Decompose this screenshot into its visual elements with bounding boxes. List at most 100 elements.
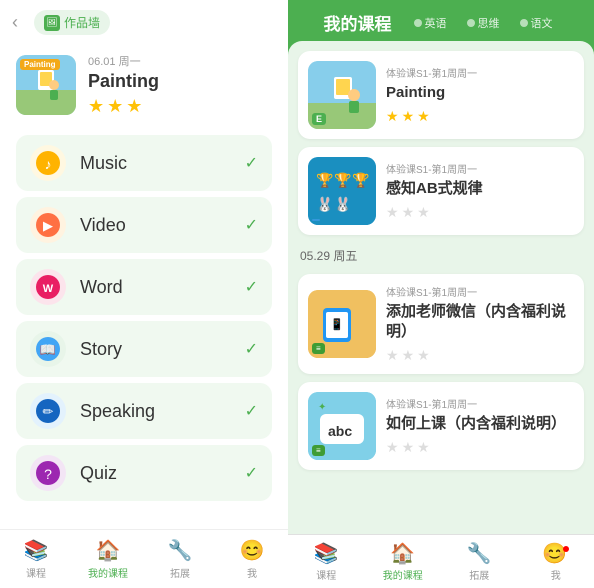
howto-stars: ★ ★ ★ xyxy=(386,439,574,456)
expand-nav-label: 拓展 xyxy=(170,565,190,580)
featured-title: Painting xyxy=(88,71,272,92)
featured-thumb: Painting xyxy=(16,55,76,115)
nav-my-course[interactable]: 🏠 我的课程 xyxy=(72,538,144,580)
wechat-info: 体验课S1-第1周周一 添加老师微信（内含福利说明） ★ ★ ★ xyxy=(386,284,574,364)
nav-expand[interactable]: 🔧 拓展 xyxy=(144,538,216,580)
left-panel: ‹ 🖼 作品墙 Painting 06.01 周一 Painting xyxy=(0,0,288,588)
ht-star-2: ★ xyxy=(402,439,415,456)
menu-item-story[interactable]: 📖 Story ✓ xyxy=(16,321,272,377)
svg-text:📱: 📱 xyxy=(330,318,344,331)
rnav-profile-label: 我 xyxy=(551,567,561,582)
svg-text:W: W xyxy=(43,283,54,295)
course-nav-icon: 📚 xyxy=(24,538,49,563)
thinking-tab-label: 思维 xyxy=(478,15,500,31)
music-check: ✓ xyxy=(245,153,258,173)
left-bottom-nav: 📚 课程 🏠 我的课程 🔧 拓展 😊 我 xyxy=(0,529,288,588)
thinking-tab-dot xyxy=(467,19,475,27)
howto-title: 如何上课（内含福利说明） xyxy=(386,414,574,434)
wc-star-3: ★ xyxy=(417,347,430,364)
date-separator: 05.29 周五 xyxy=(298,243,584,266)
music-icon: ♪ xyxy=(30,145,66,181)
rnav-course[interactable]: 📚 课程 xyxy=(288,541,365,582)
word-check: ✓ xyxy=(245,277,258,297)
pattern-subtitle: 体验课S1-第1周周一 xyxy=(386,161,574,176)
nav-profile[interactable]: 😊 我 xyxy=(216,538,288,580)
tab-chinese[interactable]: 语文 xyxy=(514,13,559,33)
my-course-nav-label: 我的课程 xyxy=(88,565,128,580)
story-label: Story xyxy=(80,339,231,360)
p-star-2: ★ xyxy=(402,108,415,125)
wechat-stars: ★ ★ ★ xyxy=(386,347,574,364)
p-star-3: ★ xyxy=(417,108,430,125)
star-3: ★ xyxy=(126,96,142,117)
svg-text:♪: ♪ xyxy=(45,156,52,172)
svg-text:?: ? xyxy=(44,466,52,482)
portfolio-label: 作品墙 xyxy=(64,14,100,31)
pt-star-3: ★ xyxy=(417,204,430,221)
ht-star-1: ★ xyxy=(386,439,399,456)
howto-subtitle: 体验课S1-第1周周一 xyxy=(386,396,574,411)
speaking-icon: ✏ xyxy=(30,393,66,429)
my-course-nav-icon: 🏠 xyxy=(96,538,121,563)
expand-nav-icon: 🔧 xyxy=(168,538,193,563)
p-star-1: ★ xyxy=(386,108,399,125)
speaking-label: Speaking xyxy=(80,401,231,422)
howto-info: 体验课S1-第1周周一 如何上课（内含福利说明） ★ ★ ★ xyxy=(386,396,574,457)
featured-course-card[interactable]: Painting 06.01 周一 Painting ★ ★ ★ xyxy=(0,43,288,127)
course-card-howto[interactable]: abc ✦ ≡ 体验课S1-第1周周一 如何上课（内含福利说明） ★ ★ ★ xyxy=(298,382,584,470)
pattern-title: 感知AB式规律 xyxy=(386,179,574,199)
wechat-title: 添加老师微信（内含福利说明） xyxy=(386,302,574,341)
tab-english[interactable]: 英语 xyxy=(408,13,453,33)
painting-info: 体验课S1-第1周周一 Painting ★ ★ ★ xyxy=(386,65,574,126)
rnav-my-course-label: 我的课程 xyxy=(383,567,423,582)
rnav-expand[interactable]: 🔧 拓展 xyxy=(441,541,518,582)
menu-item-video[interactable]: ▶ Video ✓ xyxy=(16,197,272,253)
svg-text:✏: ✏ xyxy=(43,404,54,419)
featured-stars: ★ ★ ★ xyxy=(88,96,272,117)
quiz-check: ✓ xyxy=(245,463,258,483)
wechat-badge: ≡ xyxy=(312,343,325,354)
pt-star-2: ★ xyxy=(402,204,415,221)
rnav-profile-icon: 😊 xyxy=(542,541,569,566)
right-panel: 我的课程 英语 思维 语文 xyxy=(288,0,594,588)
course-card-pattern[interactable]: 🏆 🏆 🏆 🐰 🐰 体验课S1-第1周周一 感知AB式规律 ★ ★ ★ xyxy=(298,147,584,235)
course-nav-label: 课程 xyxy=(26,565,46,580)
svg-text:🐰: 🐰 xyxy=(334,196,351,213)
quiz-icon: ? xyxy=(30,455,66,491)
right-bottom-nav: 📚 课程 🏠 我的课程 🔧 拓展 😊 我 xyxy=(288,534,594,588)
music-label: Music xyxy=(80,153,231,174)
tab-thinking[interactable]: 思维 xyxy=(461,13,506,33)
right-title-row: 我的课程 英语 思维 语文 xyxy=(300,10,582,41)
menu-item-word[interactable]: W Word ✓ xyxy=(16,259,272,315)
chinese-tab-label: 语文 xyxy=(531,15,553,31)
video-check: ✓ xyxy=(245,215,258,235)
menu-item-quiz[interactable]: ? Quiz ✓ xyxy=(16,445,272,501)
rnav-my-course[interactable]: 🏠 我的课程 xyxy=(365,541,442,582)
profile-badge-dot xyxy=(563,546,569,552)
course-card-wechat[interactable]: 📱 ≡ 体验课S1-第1周周一 添加老师微信（内含福利说明） ★ ★ ★ xyxy=(298,274,584,374)
chinese-tab-dot xyxy=(520,19,528,27)
wc-star-1: ★ xyxy=(386,347,399,364)
right-tabs: 英语 思维 语文 xyxy=(408,13,559,33)
featured-info: 06.01 周一 Painting ★ ★ ★ xyxy=(88,53,272,117)
wc-star-2: ★ xyxy=(402,347,415,364)
svg-text:abc: abc xyxy=(328,423,352,439)
rnav-profile[interactable]: 😊 我 xyxy=(518,541,594,582)
pattern-badge xyxy=(312,219,320,221)
howto-badge: ≡ xyxy=(312,445,325,456)
svg-text:🏆: 🏆 xyxy=(352,172,370,189)
course-card-painting[interactable]: E 体验课S1-第1周周一 Painting ★ ★ ★ xyxy=(298,51,584,139)
menu-item-speaking[interactable]: ✏ Speaking ✓ xyxy=(16,383,272,439)
wechat-subtitle: 体验课S1-第1周周一 xyxy=(386,284,574,299)
portfolio-button[interactable]: 🖼 作品墙 xyxy=(34,10,110,35)
back-button[interactable]: ‹ xyxy=(12,12,18,33)
story-icon: 📖 xyxy=(30,331,66,367)
painting-stars: ★ ★ ★ xyxy=(386,108,574,125)
menu-item-music[interactable]: ♪ Music ✓ xyxy=(16,135,272,191)
portfolio-icon: 🖼 xyxy=(44,15,60,31)
rnav-my-course-icon: 🏠 xyxy=(390,541,415,566)
svg-text:🐰: 🐰 xyxy=(316,196,333,213)
painting-label: Painting xyxy=(20,59,60,70)
nav-course[interactable]: 📚 课程 xyxy=(0,538,72,580)
ht-star-3: ★ xyxy=(417,439,430,456)
